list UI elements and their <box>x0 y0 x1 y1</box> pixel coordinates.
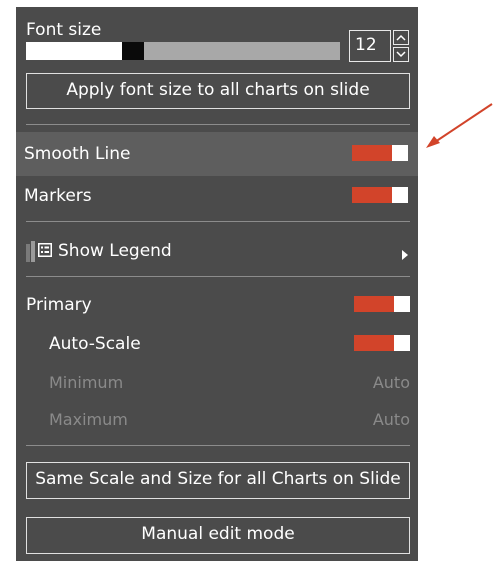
primary-label: Primary <box>26 295 92 315</box>
minimum-value: Auto <box>372 373 410 392</box>
markers-label: Markers <box>24 186 92 206</box>
toggle-on-fill <box>354 296 394 312</box>
smooth-line-label: Smooth Line <box>24 144 131 164</box>
apply-font-size-button[interactable]: Apply font size to all charts on slide <box>26 73 410 109</box>
chart-settings-panel: Font size 12 Apply font size to all char… <box>16 7 418 561</box>
legend-indicator-bar <box>26 244 30 262</box>
font-size-input[interactable]: 12 <box>349 30 391 62</box>
font-size-decrement-button[interactable] <box>393 47 409 62</box>
smooth-line-toggle[interactable] <box>352 145 408 161</box>
toggle-knob <box>392 187 408 203</box>
divider <box>26 445 410 446</box>
toggle-on-fill <box>352 187 392 203</box>
same-scale-button[interactable]: Same Scale and Size for all Charts on Sl… <box>26 462 410 499</box>
legend-indicator-bar <box>31 241 35 262</box>
manual-edit-mode-button[interactable]: Manual edit mode <box>26 517 410 554</box>
chevron-down-icon <box>396 51 406 58</box>
annotation-arrow <box>426 103 493 148</box>
font-size-increment-button[interactable] <box>393 30 409 45</box>
toggle-knob <box>394 296 410 312</box>
divider <box>26 276 410 277</box>
toggle-knob <box>394 335 410 351</box>
toggle-on-fill <box>354 335 394 351</box>
font-size-slider-thumb[interactable] <box>122 42 144 60</box>
primary-toggle[interactable] <box>354 296 410 312</box>
minimum-label: Minimum <box>49 373 124 392</box>
auto-scale-toggle[interactable] <box>354 335 410 351</box>
chevron-right-icon[interactable] <box>402 245 408 264</box>
markers-toggle[interactable] <box>352 187 408 203</box>
maximum-label: Maximum <box>49 410 128 429</box>
show-legend-label[interactable]: Show Legend <box>58 241 172 261</box>
auto-scale-label: Auto-Scale <box>49 334 141 354</box>
font-size-slider[interactable] <box>26 42 340 60</box>
legend-icon <box>38 242 52 261</box>
toggle-knob <box>392 145 408 161</box>
font-size-label: Font size <box>26 20 102 40</box>
font-size-slider-fill <box>26 42 122 60</box>
divider <box>26 221 410 222</box>
toggle-on-fill <box>352 145 392 161</box>
maximum-value: Auto <box>372 410 410 429</box>
divider <box>26 124 410 125</box>
chevron-up-icon <box>396 34 406 41</box>
